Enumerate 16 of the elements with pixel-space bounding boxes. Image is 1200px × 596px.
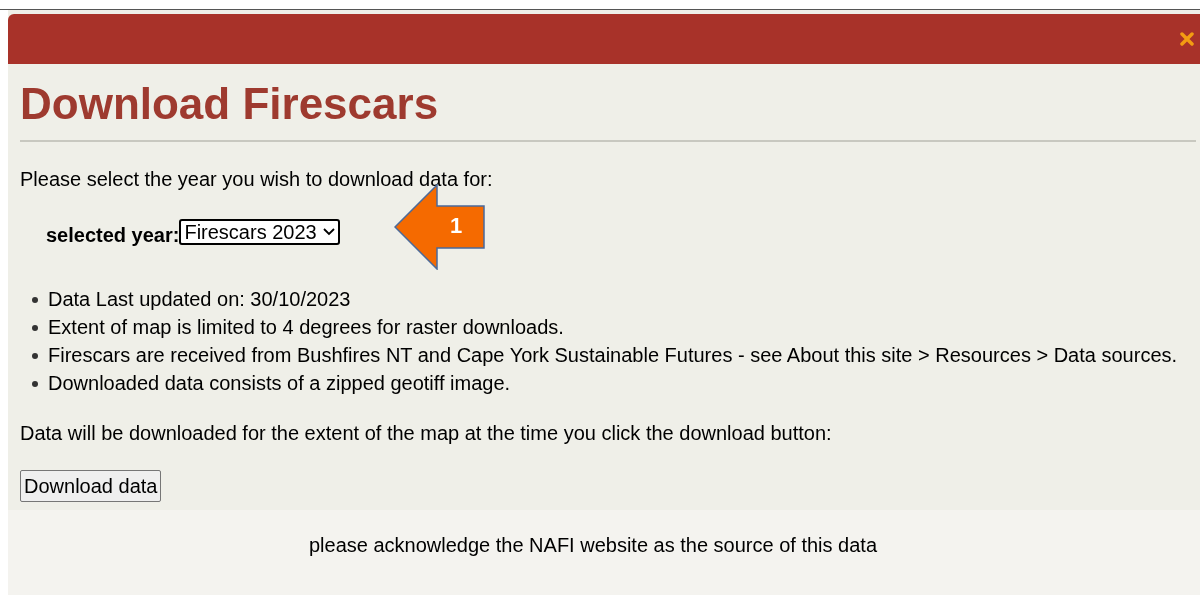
dialog-title: Download Firescars bbox=[20, 78, 1196, 142]
note-text: Firescars are received from Bushfires NT and Cape York Sustainable Futures - see About this site > Resources > Data sources. bbox=[48, 343, 1178, 368]
note-text: Data Last updated on: 30/10/2023 bbox=[48, 287, 351, 312]
bullet-icon bbox=[32, 381, 38, 387]
bullet-icon bbox=[32, 325, 38, 331]
note-text: Downloaded data consists of a zipped geotiff image. bbox=[48, 371, 511, 396]
note-text: Extent of map is limited to 4 degrees for raster downloads. bbox=[48, 315, 564, 340]
extent-text: Data will be downloaded for the extent of the map at the time you click the download button: bbox=[20, 421, 833, 446]
footer-text: please acknowledge the NAFI website as the source of this data bbox=[308, 533, 878, 558]
bullet-icon bbox=[32, 353, 38, 359]
download-button[interactable]: Download data bbox=[20, 470, 162, 502]
chevron-down-icon bbox=[322, 228, 335, 236]
year-select[interactable]: Firescars 2023 bbox=[179, 219, 340, 245]
bullet-icon bbox=[32, 297, 38, 303]
year-label: selected year: bbox=[46, 223, 180, 248]
close-icon[interactable] bbox=[1180, 32, 1194, 46]
